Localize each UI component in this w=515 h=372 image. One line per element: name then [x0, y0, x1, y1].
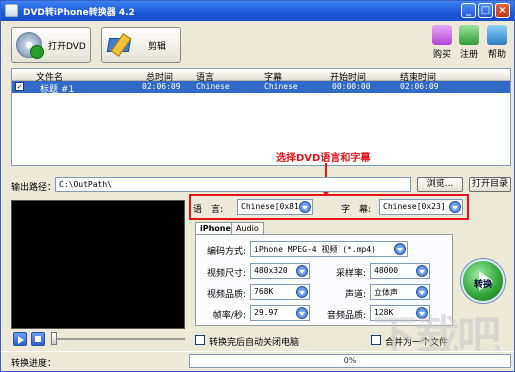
maximize-button[interactable]: □ [478, 3, 493, 18]
chevron-down-icon[interactable] [449, 201, 461, 213]
register-icon [459, 25, 479, 45]
progress-value: 0% [343, 356, 357, 365]
seek-thumb[interactable] [51, 332, 57, 345]
edit-label: 剪辑 [148, 41, 167, 52]
channel-label: 声道: [344, 290, 366, 300]
dvd-disc-icon [16, 32, 44, 59]
chevron-down-icon[interactable] [296, 265, 308, 277]
chevron-down-icon[interactable] [299, 201, 311, 213]
row-end: 02:06:09 [400, 82, 439, 91]
help-label: 帮助 [487, 50, 506, 60]
convert-label: 转换 [473, 280, 492, 290]
channel-select[interactable]: 立体声 [370, 284, 430, 300]
output-path-input[interactable]: C:\OutPath\ [55, 177, 411, 192]
seek-track[interactable] [51, 338, 185, 340]
title-list[interactable]: 文件名 总时间 语言 字幕 开始时间 结束时间 ✓ 标题 #1 02:06:09… [11, 68, 511, 166]
progress-label: 转换进度： [11, 359, 57, 369]
edit-icon [106, 32, 134, 58]
audio-quality-label: 音频品质: [326, 311, 366, 321]
play-button[interactable] [13, 332, 27, 346]
video-preview [11, 200, 185, 329]
progress-bar: 0% [189, 354, 511, 368]
row-checkbox[interactable]: ✓ [15, 82, 24, 91]
minimize-button[interactable]: _ [461, 3, 476, 18]
codec-select[interactable]: iPhone MPEG-4 视频 (*.mp4) [250, 241, 408, 257]
annotation-text: 选择DVD语言和字幕 [276, 153, 371, 164]
channel-value: 立体声 [374, 288, 398, 297]
output-path-row: 输出路径： C:\OutPath\ 浏览... 打开目录 [11, 177, 511, 193]
tab-iphone[interactable]: iPhone [195, 222, 236, 234]
open-dvd-button[interactable]: 打开DVD [11, 27, 91, 63]
stop-button[interactable] [31, 332, 45, 346]
edit-button[interactable]: 剪辑 [101, 27, 181, 63]
buy-label: 购买 [432, 50, 451, 60]
fps-label: 帧率/秒: [212, 311, 246, 321]
subtitle-label: 字 幕: [341, 205, 372, 215]
chevron-down-icon[interactable] [296, 307, 308, 319]
row-language: Chinese [196, 82, 230, 91]
sample-rate-label: 采样率: [335, 269, 366, 279]
chevron-down-icon[interactable] [416, 286, 428, 298]
buy-button[interactable]: 购买 [430, 25, 454, 65]
list-header: 文件名 总时间 语言 字幕 开始时间 结束时间 [12, 69, 510, 83]
chevron-down-icon[interactable] [394, 243, 406, 255]
subtitle-select[interactable]: Chinese[0x23] [379, 199, 463, 215]
register-button[interactable]: 注册 [457, 25, 481, 65]
language-label: 语 言: [193, 205, 224, 215]
status-bar: 转换进度： 0% [1, 351, 514, 371]
chevron-down-icon[interactable] [296, 286, 308, 298]
fps-value: 29.97 [254, 308, 279, 317]
shutdown-label: 转换完后自动关闭电脑 [209, 338, 300, 348]
codec-label: 编码方式: [206, 247, 246, 257]
shutdown-checkbox[interactable] [195, 335, 205, 345]
cart-icon [432, 25, 452, 45]
row-start: 00:00:00 [332, 82, 371, 91]
browse-button[interactable]: 浏览... [417, 177, 463, 192]
language-select[interactable]: Chinese[0x81] [237, 199, 313, 215]
sample-rate-select[interactable]: 48000 [370, 263, 430, 279]
open-dvd-label: 打开DVD [48, 41, 86, 52]
open-dir-button[interactable]: 打开目录 [469, 177, 511, 192]
help-icon [487, 25, 507, 45]
video-quality-label: 视频品质: [206, 290, 246, 300]
table-row[interactable]: ✓ 标题 #1 02:06:09 Chinese Chinese 00:00:0… [12, 81, 510, 95]
video-quality-value: 768K [254, 287, 274, 296]
register-label: 注册 [459, 50, 478, 60]
sample-rate-value: 48000 [374, 266, 399, 275]
player-controls [11, 331, 187, 347]
row-name: 标题 #1 [40, 85, 75, 95]
subtitle-value: Chinese[0x23] [383, 202, 446, 211]
main-window: DVD转iPhone转换器 4.2 _ □ × 打开DVD 剪辑 购买 注册 帮… [0, 0, 515, 372]
fps-select[interactable]: 29.97 [250, 305, 310, 321]
app-icon [5, 4, 18, 17]
row-total: 02:06:09 [142, 82, 181, 91]
video-size-select[interactable]: 480x320 [250, 263, 310, 279]
convert-button[interactable]: 转换 [461, 259, 505, 303]
video-size-label: 视频尺寸: [206, 269, 246, 279]
window-title: DVD转iPhone转换器 4.2 [23, 8, 135, 18]
help-button[interactable]: 帮助 [485, 25, 509, 65]
row-subtitle: Chinese [264, 82, 298, 91]
toolbar: 打开DVD 剪辑 购买 注册 帮助 [1, 21, 514, 67]
video-size-value: 480x320 [254, 266, 288, 275]
chevron-down-icon[interactable] [416, 265, 428, 277]
output-path-label: 输出路径： [11, 183, 57, 193]
title-bar[interactable]: DVD转iPhone转换器 4.2 _ □ × [1, 1, 514, 21]
close-button[interactable]: × [495, 3, 510, 18]
codec-value: iPhone MPEG-4 视频 (*.mp4) [254, 245, 376, 254]
video-quality-select[interactable]: 768K [250, 284, 310, 300]
language-value: Chinese[0x81] [241, 202, 304, 211]
tab-audio[interactable]: Audio [231, 222, 264, 234]
